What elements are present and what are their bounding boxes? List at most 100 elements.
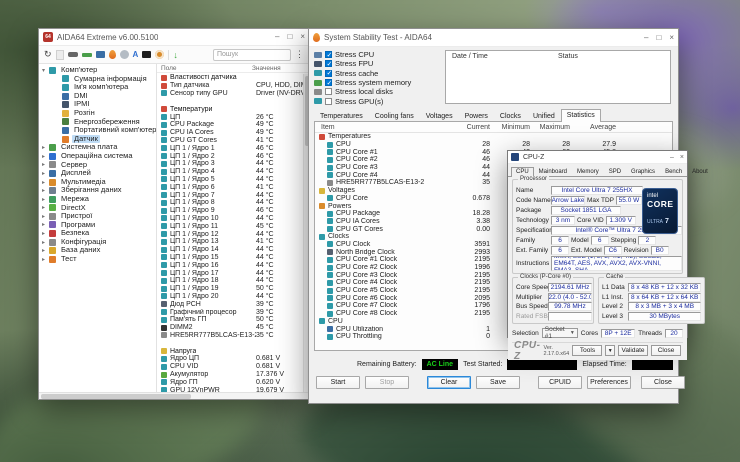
column-header-field[interactable]: Поле [157, 65, 252, 72]
sensor-row[interactable]: Сенсор типу GPU Driver (NV-DRV) [157, 90, 309, 98]
tree-expand-arrow[interactable]: ▸ [42, 247, 49, 254]
sensor-row[interactable]: DIMM2 45 °C [157, 324, 309, 332]
search-input[interactable] [213, 49, 291, 61]
sensor-row[interactable]: Пам'ять ГП 50 °C [157, 316, 309, 324]
cpuz-titlebar[interactable]: CPU-Z – × [508, 151, 687, 164]
tab[interactable]: Clocks [494, 110, 527, 121]
tab[interactable]: SPD [604, 167, 626, 176]
close-button[interactable]: Close [651, 345, 681, 356]
sensor-row[interactable]: ЦП 1 / Ядро 17 44 °C [157, 269, 309, 277]
tree-expand-arrow[interactable]: ▾ [42, 67, 49, 74]
minimize-icon[interactable]: – [275, 33, 279, 41]
tab[interactable]: Voltages [420, 110, 459, 121]
checkbox[interactable] [325, 51, 332, 58]
tree-expand-arrow[interactable]: ▸ [42, 213, 49, 220]
sensor-row[interactable]: ЦП 1 / Ядро 12 44 °C [157, 230, 309, 238]
sensor-row[interactable]: ЦП 1 / Ядро 8 44 °C [157, 199, 309, 207]
column-header-value[interactable]: Значення [252, 65, 281, 72]
horizontal-scrollbar[interactable] [39, 392, 309, 399]
scrollbar-thumb[interactable] [41, 394, 191, 399]
tab[interactable]: Cooling fans [369, 110, 420, 121]
stress-option-row[interactable]: Stress cache [314, 69, 442, 78]
sensor-row[interactable]: Властивості датчика [157, 74, 309, 82]
tools-button[interactable]: Tools [572, 345, 602, 356]
tree-expand-arrow[interactable]: ▸ [42, 256, 49, 263]
tab[interactable]: Memory [572, 167, 604, 176]
overflow-menu-icon[interactable]: ⋮ [295, 49, 304, 60]
tab[interactable]: Statistics [561, 109, 601, 122]
sensor-row[interactable]: HRE5RR777B5LCAS-E13-2 35 °C [157, 332, 309, 340]
sensor-row[interactable]: CPU Package 49 °C [157, 121, 309, 129]
tree-item[interactable]: ▸ Мережа [39, 195, 156, 204]
sensor-row[interactable] [157, 339, 309, 347]
sensor-row[interactable]: ЦП 26 °C [157, 113, 309, 121]
tree-expand-arrow[interactable]: ▸ [42, 221, 49, 228]
report-icon[interactable] [56, 50, 64, 60]
checkbox[interactable] [325, 70, 332, 77]
tree-item[interactable]: ▸ База даних [39, 246, 156, 255]
tree-expand-arrow[interactable]: ▸ [42, 187, 49, 194]
sensor-row[interactable]: ЦП 1 / Ядро 18 44 °C [157, 277, 309, 285]
checkbox[interactable] [325, 88, 332, 95]
table-row[interactable]: Temperatures [315, 133, 672, 141]
close-icon[interactable]: × [669, 34, 674, 42]
fan-icon[interactable] [120, 50, 129, 59]
sensor-row[interactable]: Акумулятор 17.376 V [157, 371, 309, 379]
tree-item[interactable]: ▸ Зберігання даних [39, 186, 156, 195]
tab[interactable]: Bench [660, 167, 687, 176]
start-button[interactable]: Start [316, 376, 360, 389]
stress-option-row[interactable]: Stress local disks [314, 87, 442, 96]
column-header-average[interactable]: Average [570, 124, 616, 131]
tree-item[interactable]: ▸ DirectX [39, 204, 156, 213]
tab[interactable]: Graphics [626, 167, 660, 176]
sensor-row[interactable]: Температури [157, 105, 309, 113]
minimize-icon[interactable]: – [670, 154, 674, 161]
minimize-icon[interactable]: – [644, 34, 648, 42]
tree-item[interactable]: ▸ Пристрої [39, 212, 156, 221]
column-header-minimum[interactable]: Minimum [490, 124, 530, 131]
sensor-row[interactable]: ЦП 1 / Ядро 20 44 °C [157, 293, 309, 301]
tree-item[interactable]: ▸ Операційна система [39, 152, 156, 161]
tree-item[interactable]: DMI [39, 92, 156, 101]
column-header-maximum[interactable]: Maximum [530, 124, 570, 131]
checkbox[interactable] [325, 79, 332, 86]
close-icon[interactable]: × [300, 33, 305, 41]
column-header-item[interactable]: Item [315, 124, 454, 131]
tree-expand-arrow[interactable]: ▸ [42, 230, 49, 237]
update-icon[interactable]: ↓ [173, 50, 178, 60]
sensor-row[interactable]: Напруга [157, 347, 309, 355]
sensor-row[interactable]: ЦП 1 / Ядро 2 46 °C [157, 152, 309, 160]
save-button[interactable]: Save [476, 376, 520, 389]
sensor-row[interactable]: CPU GT Cores 41 °C [157, 137, 309, 145]
test-log-box[interactable]: Date / Time Status [445, 50, 671, 104]
aida64-titlebar[interactable]: 64 AIDA64 Extreme v6.00.5100 – □ × [39, 29, 309, 46]
sensor-row[interactable]: ЦП 1 / Ядро 5 44 °C [157, 176, 309, 184]
sensor-row[interactable]: ЦП 1 / Ядро 14 44 °C [157, 246, 309, 254]
maximize-icon[interactable]: □ [656, 34, 661, 42]
tab[interactable]: Powers [459, 110, 494, 121]
tree-expand-arrow[interactable]: ▸ [42, 204, 49, 211]
tab[interactable]: Temperatures [314, 110, 369, 121]
sensor-row[interactable]: ЦП 1 / Ядро 4 44 °C [157, 168, 309, 176]
stop-button[interactable]: Stop [365, 376, 409, 389]
memory-icon[interactable] [82, 53, 92, 57]
clear-button[interactable]: Clear [427, 376, 471, 389]
close-button[interactable]: Close [641, 376, 685, 389]
sensor-row[interactable]: CPU VID 0.681 V [157, 363, 309, 371]
tree-expand-arrow[interactable]: ▸ [42, 170, 49, 177]
tree-item[interactable]: ▸ Програми [39, 221, 156, 230]
tree-item[interactable]: Ім'я комп'ютера [39, 83, 156, 92]
tree-expand-arrow[interactable]: ▸ [42, 239, 49, 246]
sensor-row[interactable]: Графічний процесор 39 °C [157, 308, 309, 316]
stress-option-row[interactable]: Stress system memory [314, 78, 442, 87]
sensor-row[interactable]: ЦП 1 / Ядро 11 45 °C [157, 222, 309, 230]
sensor-row[interactable]: ЦП 1 / Ядро 9 46 °C [157, 207, 309, 215]
column-header-current[interactable]: Current [454, 124, 490, 131]
sensor-row[interactable]: ЦП 1 / Ядро 3 44 °C [157, 160, 309, 168]
sensor-row[interactable]: ЦП 1 / Ядро 16 44 °C [157, 261, 309, 269]
sensor-row[interactable]: ЦП 1 / Ядро 13 41 °C [157, 238, 309, 246]
socket-selection-dropdown[interactable]: Socket #1 ▼ [542, 328, 578, 338]
tree-expand-arrow[interactable]: ▸ [42, 179, 49, 186]
tools-dropdown-arrow[interactable]: ▼ [605, 345, 615, 356]
validate-button[interactable]: Validate [618, 345, 648, 356]
